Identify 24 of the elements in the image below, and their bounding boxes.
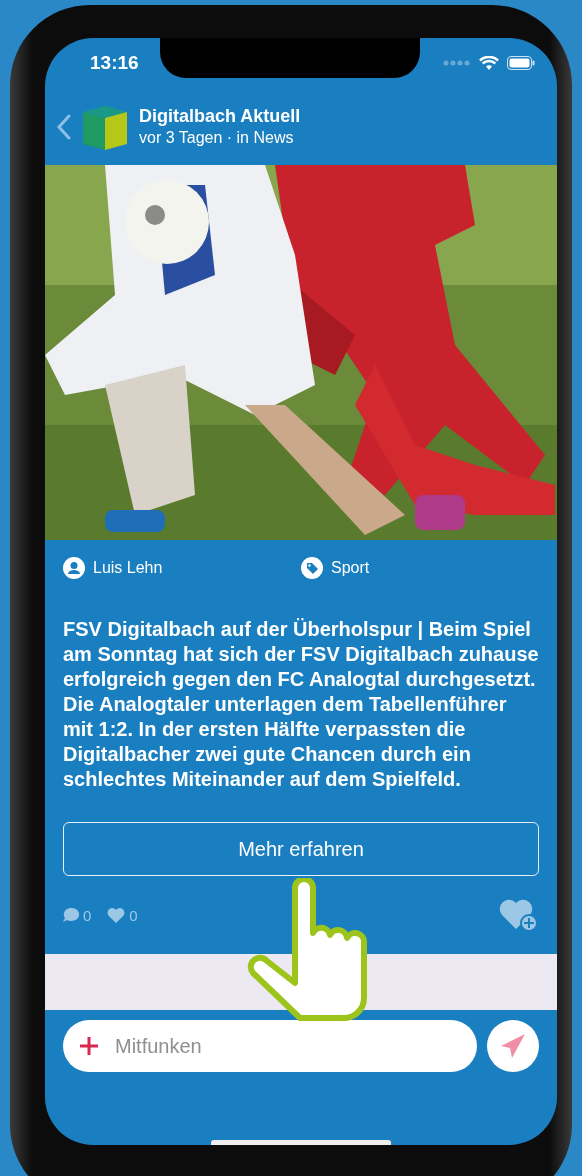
comment-icon (63, 908, 79, 922)
post-subtitle: vor 3 Tagen · in News (139, 129, 295, 147)
channel-title: Digitalbach Aktuell (139, 106, 301, 127)
comment-field[interactable]: Mitfunken (63, 1020, 477, 1072)
user-icon (63, 556, 85, 579)
wifi-icon (479, 55, 499, 71)
like-count: 0 (129, 906, 138, 924)
send-icon (499, 1032, 527, 1060)
battery-icon (507, 56, 535, 70)
heart-icon (107, 907, 126, 923)
comment-input[interactable]: Mitfunken (113, 1033, 461, 1059)
tag-icon (301, 556, 323, 579)
status-time: 13:16 (90, 52, 139, 74)
send-button[interactable] (487, 1020, 539, 1072)
signal-icon (443, 60, 471, 66)
plus-icon[interactable] (79, 1036, 99, 1056)
comment-count: 0 (83, 906, 92, 924)
post-text: FSV Digitalbach auf der Überholspur | Beim Spiel am Sonntag hat sich der FSV Digitalbach zuhause erfolgreich gegen den FC Analogtal durchgesetzt. Die Analogtaler unterlagen dem Tabellenführer mit 1:2. In der ersten Hälfte verpassten die Digitalbacher zwei gute Chancen durch ein schlechtes Miteinander auf dem Spielfeld. (63, 617, 539, 792)
cube-logo-icon (83, 103, 127, 150)
back-icon[interactable] (57, 113, 71, 140)
more-button[interactable]: Mehr erfahren (63, 822, 539, 876)
author-name: Luis Lehn (93, 558, 163, 577)
category-label: Sport (331, 558, 370, 577)
heart-add-icon[interactable] (499, 897, 539, 933)
